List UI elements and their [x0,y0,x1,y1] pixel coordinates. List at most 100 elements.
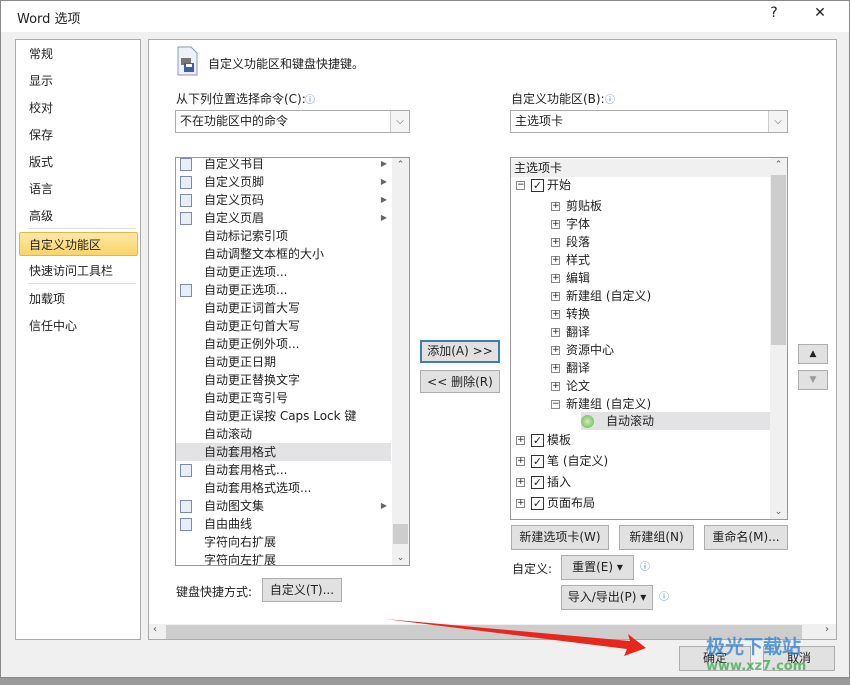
commands-list[interactable]: 自定义书目 ▶ 自定义页脚 ▶ 自定义页码 ▶ 自定义页眉 ▶ 自动标记索引项 自动调整文本框的大… [175,157,410,566]
list-item[interactable]: 自由曲线 [176,515,391,533]
sidebar-item-6[interactable]: 高级 [19,204,138,228]
expand-collapse-icon[interactable]: + [551,346,560,355]
expand-collapse-icon[interactable]: + [551,202,560,211]
commands-source-select[interactable]: 不在功能区中的命令 ⌵ [175,110,410,133]
tree-node[interactable]: − ✓ 开始 [516,176,571,194]
expand-collapse-icon[interactable]: + [516,478,525,487]
customize-shortcuts-button[interactable]: 自定义(T)... [262,578,342,602]
checkbox[interactable]: ✓ [531,455,544,468]
list-item[interactable]: 自动调整文本框的大小 [176,245,391,263]
list-item[interactable]: 自动更正替换文字 [176,371,391,389]
checkbox[interactable]: ✓ [531,434,544,447]
list-item[interactable]: 自定义页脚 ▶ [176,173,391,191]
ok-button[interactable]: 确定 [679,646,751,671]
expand-collapse-icon[interactable]: + [516,457,525,466]
expand-collapse-icon[interactable]: + [551,382,560,391]
expand-collapse-icon[interactable]: − [551,400,560,409]
list-item[interactable]: 自动更正日期 [176,353,391,371]
reset-dropdown-button[interactable]: 重置(E) ▾ [561,555,634,580]
list-item[interactable]: 自动标记索引项 [176,227,391,245]
list-item[interactable]: 自动套用格式选项... [176,479,391,497]
list-item[interactable]: 自定义页眉 ▶ [176,209,391,227]
scrollbar-thumb[interactable] [166,625,802,639]
chevron-down-icon[interactable]: ⌵ [390,111,409,132]
expand-collapse-icon[interactable]: + [551,220,560,229]
list-item[interactable]: 自动更正例外项... [176,335,391,353]
scrollbar-thumb[interactable] [393,524,408,544]
tree-header[interactable]: 主选项卡 [511,159,771,177]
checkbox[interactable]: ✓ [531,497,544,510]
expand-collapse-icon[interactable]: + [551,292,560,301]
tree-node[interactable]: + 编辑 [551,269,590,287]
help-button[interactable]: ? [759,5,789,21]
horizontal-scrollbar[interactable]: ‹ › [149,624,836,639]
list-item[interactable]: 自动更正误按 Caps Lock 键 [176,407,391,425]
scrollbar-thumb[interactable] [771,175,786,345]
tree-node[interactable]: + 段落 [551,233,590,251]
sidebar-item-8[interactable]: 快速访问工具栏 [19,259,138,283]
checkbox[interactable]: ✓ [531,476,544,489]
expand-collapse-icon[interactable]: + [516,499,525,508]
list-item[interactable]: 自动套用格式... [176,461,391,479]
cancel-button[interactable]: 取消 [763,646,835,671]
list-item[interactable]: 自动图文集 ▶ [176,497,391,515]
tree-node[interactable]: + 资源中心 [551,341,614,359]
expand-collapse-icon[interactable]: + [551,274,560,283]
tree-node[interactable]: + 字体 [551,215,590,233]
expand-collapse-icon[interactable]: − [516,181,525,190]
list-item[interactable]: 自动更正弯引号 [176,389,391,407]
expand-collapse-icon[interactable]: + [551,364,560,373]
commands-list-scrollbar[interactable]: ⌃ ⌄ [392,158,409,565]
list-item[interactable]: 自定义书目 ▶ [176,158,391,173]
tree-node[interactable]: + 剪贴板 [551,197,602,215]
tree-node[interactable]: + ✓ 页面布局 [516,494,595,512]
new-tab-button[interactable]: 新建选项卡(W) [511,525,609,550]
sidebar-item-1[interactable]: 显示 [19,69,138,93]
tree-node[interactable]: + 新建组 (自定义) [551,287,651,305]
chevron-down-icon[interactable]: ⌵ [768,111,787,132]
list-item[interactable]: 自动更正选项... [176,263,391,281]
move-down-button[interactable]: ▼ [798,370,828,390]
tree-node[interactable]: + 翻译 [551,359,590,377]
add-button[interactable]: 添加(A) >> [420,340,500,363]
close-button[interactable]: ✕ [805,5,835,21]
list-item[interactable]: 自动套用格式 [176,443,391,461]
sidebar-item-3[interactable]: 保存 [19,123,138,147]
sidebar-item-10[interactable]: 信任中心 [19,314,138,338]
scroll-down-icon[interactable]: ⌄ [392,553,409,563]
scroll-right-icon[interactable]: › [825,624,829,635]
sidebar-item-7[interactable]: 自定义功能区 [19,232,138,256]
tree-node[interactable]: + 翻译 [551,323,590,341]
expand-collapse-icon[interactable]: + [516,436,525,445]
sidebar-item-4[interactable]: 版式 [19,150,138,174]
expand-collapse-icon[interactable]: + [551,256,560,265]
tree-node[interactable]: − 新建组 (自定义) [551,395,651,413]
list-item[interactable]: 字符向右扩展 [176,533,391,551]
tree-node[interactable]: + 转换 [551,305,590,323]
scroll-up-icon[interactable]: ⌃ [770,160,787,170]
ribbon-tabs-select[interactable]: 主选项卡 ⌵ [510,110,788,133]
tree-node[interactable]: 自动滚动 [581,412,771,430]
list-item[interactable]: 自动更正选项... [176,281,391,299]
new-group-button[interactable]: 新建组(N) [619,525,694,550]
expand-collapse-icon[interactable]: + [551,238,560,247]
tree-node[interactable]: + ✓ 笔 (自定义) [516,452,608,470]
scroll-left-icon[interactable]: ‹ [153,624,157,635]
sidebar-item-0[interactable]: 常规 [19,42,138,66]
rename-button[interactable]: 重命名(M)... [704,525,788,550]
tree-node[interactable]: + 样式 [551,251,590,269]
remove-button[interactable]: << 删除(R) [420,370,500,393]
list-item[interactable]: 自动更正词首大写 [176,299,391,317]
list-item[interactable]: 自动更正句首大写 [176,317,391,335]
tree-node[interactable]: + 论文 [551,377,590,395]
scroll-down-icon[interactable]: ⌄ [770,507,787,517]
sidebar-item-2[interactable]: 校对 [19,96,138,120]
checkbox[interactable]: ✓ [531,179,544,192]
list-item[interactable]: 自定义页码 ▶ [176,191,391,209]
import-export-dropdown-button[interactable]: 导入/导出(P) ▾ [561,585,653,610]
tree-node[interactable]: + ✓ 插入 [516,473,571,491]
tree-node[interactable]: + ✓ 模板 [516,431,571,449]
expand-collapse-icon[interactable]: + [551,310,560,319]
list-item[interactable]: 自动滚动 [176,425,391,443]
scroll-up-icon[interactable]: ⌃ [392,160,409,170]
